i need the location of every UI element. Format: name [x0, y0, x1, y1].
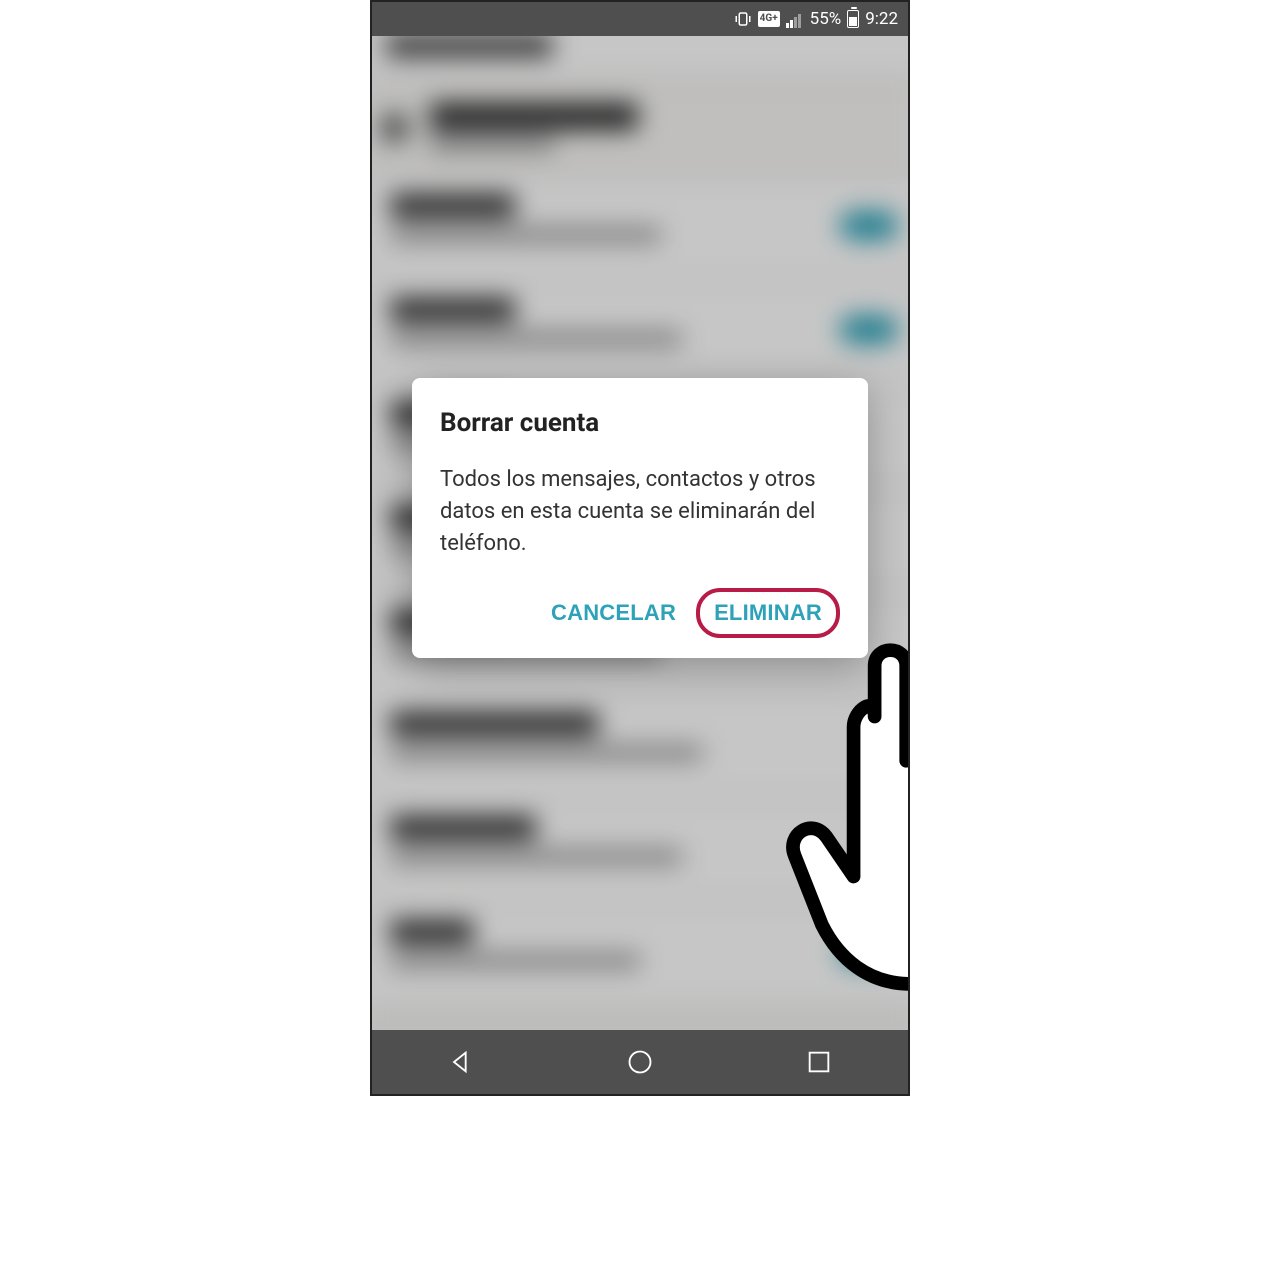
clock: 9:22	[865, 9, 898, 29]
status-bar: 4G+ 55% 9:22	[372, 2, 908, 36]
cancel-button[interactable]: CANCELAR	[539, 590, 688, 636]
network-4g-icon: 4G+	[758, 11, 780, 27]
navigation-bar	[372, 1030, 908, 1094]
vibrate-icon	[734, 10, 752, 28]
battery-percent: 55%	[810, 9, 842, 29]
delete-button[interactable]: ELIMINAR	[696, 588, 840, 638]
back-icon[interactable]	[447, 1048, 475, 1076]
signal-icon	[786, 10, 804, 28]
phone-frame: 4G+ 55% 9:22 Borrar cuenta Todos los men…	[370, 0, 910, 1096]
home-icon[interactable]	[626, 1048, 654, 1076]
dialog-body: Todos los mensajes, contactos y otros da…	[440, 464, 840, 560]
delete-account-dialog: Borrar cuenta Todos los mensajes, contac…	[412, 378, 868, 658]
dialog-actions: CANCELAR ELIMINAR	[440, 582, 840, 648]
battery-icon	[847, 10, 859, 28]
dialog-title: Borrar cuenta	[440, 408, 840, 438]
recent-apps-icon[interactable]	[805, 1048, 833, 1076]
